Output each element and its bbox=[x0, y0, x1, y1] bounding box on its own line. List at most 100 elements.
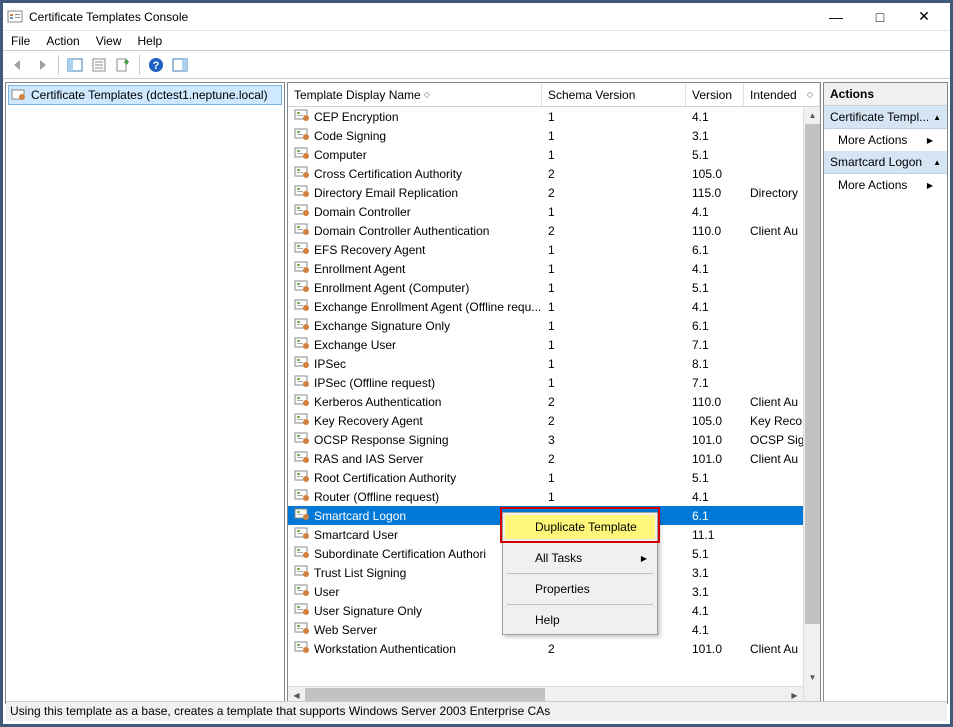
cell-name: Root Certification Authority bbox=[288, 468, 542, 487]
close-button[interactable]: ✕ bbox=[902, 3, 946, 31]
menu-separator bbox=[507, 604, 653, 605]
scroll-thumb[interactable] bbox=[805, 124, 820, 624]
template-icon bbox=[294, 316, 310, 335]
toolbar-separator bbox=[58, 55, 59, 75]
template-icon bbox=[294, 126, 310, 145]
forward-button[interactable] bbox=[31, 54, 53, 76]
table-row[interactable]: Exchange Enrollment Agent (Offline requ.… bbox=[288, 297, 820, 316]
col-header-intended-label: Intended bbox=[750, 88, 797, 102]
submenu-icon: ▶ bbox=[927, 181, 933, 190]
table-row[interactable]: RAS and IAS Server2101.0Client Au bbox=[288, 449, 820, 468]
actions-more-2[interactable]: More Actions▶ bbox=[824, 174, 947, 196]
col-header-schema[interactable]: Schema Version bbox=[542, 83, 686, 106]
table-row[interactable]: OCSP Response Signing3101.0OCSP Sig bbox=[288, 430, 820, 449]
table-row[interactable]: Exchange User17.1 bbox=[288, 335, 820, 354]
template-icon bbox=[294, 145, 310, 164]
cell-schema: 1 bbox=[542, 338, 686, 352]
col-header-version-label: Version bbox=[692, 88, 732, 102]
status-bar: Using this template as a base, creates a… bbox=[6, 701, 947, 721]
table-row[interactable]: Domain Controller Authentication2110.0Cl… bbox=[288, 221, 820, 240]
actions-item-label: More Actions bbox=[838, 133, 907, 147]
vertical-scrollbar[interactable]: ▲ ▼ bbox=[803, 107, 820, 703]
cell-name: Workstation Authentication bbox=[288, 639, 542, 658]
menu-help[interactable]: Help bbox=[138, 34, 163, 48]
menu-file[interactable]: File bbox=[11, 34, 30, 48]
menu-action[interactable]: Action bbox=[46, 34, 79, 48]
help-button[interactable]: ? bbox=[145, 54, 167, 76]
table-row[interactable]: Directory Email Replication2115.0Directo… bbox=[288, 183, 820, 202]
table-row[interactable]: Root Certification Authority15.1 bbox=[288, 468, 820, 487]
table-row[interactable]: Router (Offline request)14.1 bbox=[288, 487, 820, 506]
menu-item-duplicate-template[interactable]: Duplicate Template bbox=[505, 515, 655, 539]
menu-item-label: Properties bbox=[535, 582, 590, 596]
menu-item-all-tasks[interactable]: All Tasks bbox=[505, 546, 655, 570]
scroll-up-button[interactable]: ▲ bbox=[804, 107, 820, 124]
table-row[interactable]: Enrollment Agent14.1 bbox=[288, 259, 820, 278]
template-name: IPSec (Offline request) bbox=[314, 376, 435, 390]
cell-version: 5.1 bbox=[686, 281, 744, 295]
table-row[interactable]: Kerberos Authentication2110.0Client Au bbox=[288, 392, 820, 411]
table-row[interactable]: Domain Controller14.1 bbox=[288, 202, 820, 221]
cell-schema: 2 bbox=[542, 395, 686, 409]
actions-section-templates[interactable]: Certificate Templ...▲ bbox=[824, 106, 947, 129]
cell-schema: 1 bbox=[542, 110, 686, 124]
show-hide-tree-button[interactable] bbox=[64, 54, 86, 76]
truncation-indicator-icon: ◇ bbox=[807, 90, 813, 99]
cell-schema: 2 bbox=[542, 186, 686, 200]
cell-name: Key Recovery Agent bbox=[288, 411, 542, 430]
table-row[interactable]: IPSec (Offline request)17.1 bbox=[288, 373, 820, 392]
table-row[interactable]: EFS Recovery Agent16.1 bbox=[288, 240, 820, 259]
col-header-schema-label: Schema Version bbox=[548, 88, 635, 102]
certificate-templates-icon bbox=[11, 87, 27, 103]
table-row[interactable]: Exchange Signature Only16.1 bbox=[288, 316, 820, 335]
actions-section-smartcard[interactable]: Smartcard Logon▲ bbox=[824, 151, 947, 174]
template-name: IPSec bbox=[314, 357, 346, 371]
template-name: Directory Email Replication bbox=[314, 186, 458, 200]
template-icon bbox=[294, 278, 310, 297]
template-name: Code Signing bbox=[314, 129, 386, 143]
menu-item-properties[interactable]: Properties bbox=[505, 577, 655, 601]
table-row[interactable]: Computer15.1 bbox=[288, 145, 820, 164]
back-button[interactable] bbox=[7, 54, 29, 76]
template-icon bbox=[294, 297, 310, 316]
cell-schema: 2 bbox=[542, 452, 686, 466]
table-row[interactable]: CEP Encryption14.1 bbox=[288, 107, 820, 126]
col-header-intended[interactable]: Intended ◇ bbox=[744, 83, 820, 106]
cell-version: 7.1 bbox=[686, 338, 744, 352]
col-header-name[interactable]: Template Display Name◇ bbox=[288, 83, 542, 106]
export-list-button[interactable] bbox=[112, 54, 134, 76]
actions-more-1[interactable]: More Actions▶ bbox=[824, 129, 947, 151]
menu-bar: File Action View Help bbox=[3, 31, 950, 51]
table-row[interactable]: Key Recovery Agent2105.0Key Reco bbox=[288, 411, 820, 430]
properties-button[interactable] bbox=[88, 54, 110, 76]
cell-name: Domain Controller bbox=[288, 202, 542, 221]
content-area: Certificate Templates (dctest1.neptune.l… bbox=[3, 79, 950, 706]
collapse-icon: ▲ bbox=[933, 158, 941, 167]
menu-item-help[interactable]: Help bbox=[505, 608, 655, 632]
table-row[interactable]: Code Signing13.1 bbox=[288, 126, 820, 145]
template-name: Workstation Authentication bbox=[314, 642, 456, 656]
column-headers: Template Display Name◇ Schema Version Ve… bbox=[288, 83, 820, 107]
cell-version: 6.1 bbox=[686, 243, 744, 257]
cell-name: IPSec bbox=[288, 354, 542, 373]
cell-schema: 1 bbox=[542, 357, 686, 371]
cell-name: Directory Email Replication bbox=[288, 183, 542, 202]
maximize-button[interactable]: □ bbox=[858, 3, 902, 31]
table-row[interactable]: IPSec18.1 bbox=[288, 354, 820, 373]
table-row[interactable]: Cross Certification Authority2105.0 bbox=[288, 164, 820, 183]
cell-version: 110.0 bbox=[686, 395, 744, 409]
cell-version: 4.1 bbox=[686, 262, 744, 276]
table-row[interactable]: Workstation Authentication2101.0Client A… bbox=[288, 639, 820, 658]
col-header-version[interactable]: Version bbox=[686, 83, 744, 106]
menu-view[interactable]: View bbox=[96, 34, 122, 48]
template-name: Cross Certification Authority bbox=[314, 167, 462, 181]
table-row[interactable]: Enrollment Agent (Computer)15.1 bbox=[288, 278, 820, 297]
template-name: Trust List Signing bbox=[314, 566, 406, 580]
scroll-down-button[interactable]: ▼ bbox=[804, 669, 820, 686]
tree-root-item[interactable]: Certificate Templates (dctest1.neptune.l… bbox=[8, 85, 282, 105]
show-hide-action-pane-button[interactable] bbox=[169, 54, 191, 76]
menu-separator bbox=[507, 542, 653, 543]
minimize-button[interactable]: — bbox=[814, 3, 858, 31]
cell-version: 5.1 bbox=[686, 471, 744, 485]
cell-name: Exchange Signature Only bbox=[288, 316, 542, 335]
